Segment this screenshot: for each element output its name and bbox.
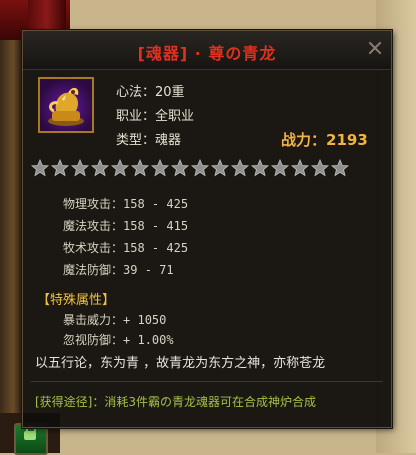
special-stat-value: + 1.00% — [123, 333, 174, 347]
star-icon — [31, 159, 49, 177]
special-attributes-heading: 【特殊属性】 — [37, 293, 116, 308]
special-stat-row: 忽视防御：+ 1.00% — [63, 331, 174, 348]
star-icon — [251, 159, 269, 177]
stat-row: 魔法防御：39 - 71 — [63, 261, 174, 278]
star-rating — [31, 159, 391, 177]
item-title: [魂器] · 尊の青龙 — [137, 44, 277, 63]
star-icon — [91, 159, 109, 177]
star-icon — [311, 159, 329, 177]
stat-name: 物理攻击： — [63, 197, 124, 211]
stat-name: 牧术攻击： — [63, 241, 124, 255]
star-icon — [151, 159, 169, 177]
item-tooltip: [魂器] · 尊の青龙 心法：20重 职业：全职业 类型：魂器 战力：2193 … — [22, 30, 392, 428]
star-icon — [291, 159, 309, 177]
background-frame — [0, 0, 22, 453]
special-stat-row: 暴击威力：+ 1050 — [63, 311, 166, 328]
star-icon — [51, 159, 69, 177]
star-icon — [171, 159, 189, 177]
star-icon — [271, 159, 289, 177]
stat-name: 魔法防御： — [63, 263, 124, 277]
combat-power-value: 2193 — [326, 131, 368, 149]
combat-power-label: 战力： — [281, 131, 327, 149]
item-description: 以五行论，东为青 ，故青龙为东方之神，亦称苍龙 — [35, 356, 326, 371]
special-stat-value: + 1050 — [123, 313, 167, 327]
tooltip-titlebar: [魂器] · 尊の青龙 — [23, 31, 391, 70]
star-icon — [191, 159, 209, 177]
combat-power: 战力：2193 — [281, 129, 368, 150]
stat-value: 158 - 425 — [123, 197, 189, 211]
star-icon — [211, 159, 229, 177]
stat-row: 物理攻击：158 - 425 — [63, 195, 188, 212]
golden-dragon-statue-icon — [38, 77, 94, 133]
close-icon[interactable] — [367, 40, 383, 56]
lock-icon — [24, 425, 36, 440]
stat-row: 魔法攻击：158 - 415 — [63, 217, 188, 234]
prop-type: 类型：魂器 — [116, 133, 182, 148]
stat-value: 158 - 425 — [123, 241, 189, 255]
divider — [31, 381, 383, 382]
stat-value: 39 - 71 — [123, 263, 174, 277]
acquisition-source: [获得途径]：消耗3件霸の青龙魂器可在合成神炉合成 — [35, 395, 317, 409]
star-icon — [331, 159, 349, 177]
star-icon — [231, 159, 249, 177]
star-icon — [71, 159, 89, 177]
stat-value: 158 - 415 — [123, 219, 189, 233]
star-icon — [131, 159, 149, 177]
stat-name: 魔法攻击： — [63, 219, 124, 233]
star-icon — [111, 159, 129, 177]
prop-profession: 职业：全职业 — [116, 109, 195, 124]
stat-row: 牧术攻击：158 - 425 — [63, 239, 188, 256]
prop-mind-method: 心法：20重 — [116, 85, 185, 100]
special-stat-name: 暴击威力： — [63, 313, 124, 327]
special-stat-name: 忽视防御： — [63, 333, 124, 347]
